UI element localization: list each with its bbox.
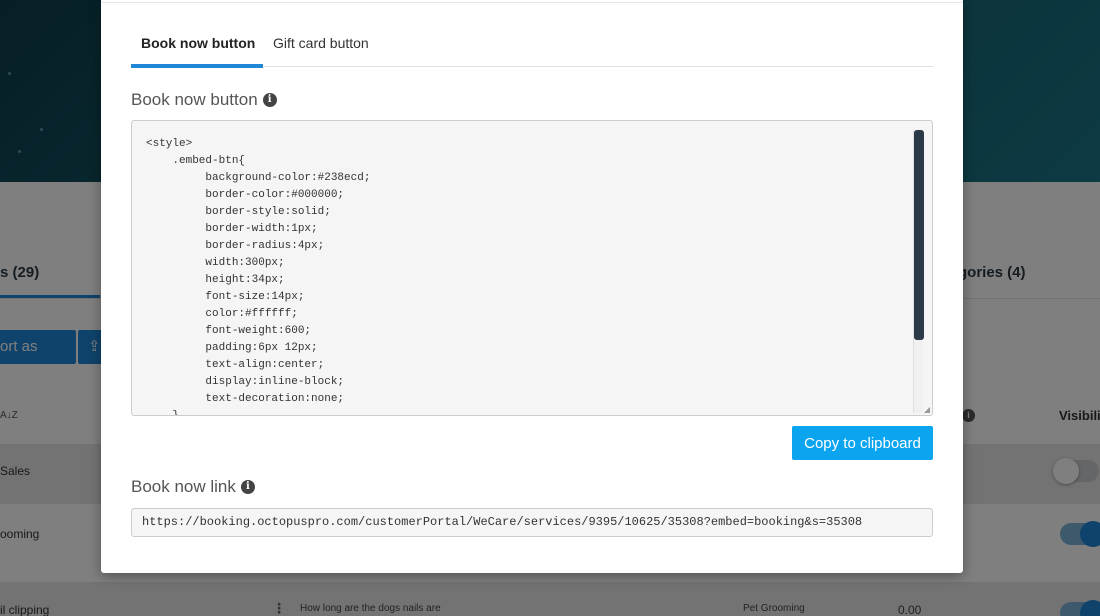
info-icon[interactable]: i xyxy=(240,480,255,494)
copy-to-clipboard-button[interactable]: Copy to clipboard xyxy=(792,426,933,460)
embed-code-content: <style> .embed-btn{ background-color:#23… xyxy=(146,138,371,416)
section-title-text: Book now link xyxy=(131,477,236,496)
book-now-section-title: Book now button i xyxy=(131,90,277,110)
section-title-text: Book now button xyxy=(131,90,258,109)
book-now-link-title: Book now link i xyxy=(131,477,255,497)
modal-tabs: Book now button Gift card button xyxy=(131,28,933,68)
embed-code-modal: Book now button Gift card button Book no… xyxy=(101,0,963,573)
modal-header-divider xyxy=(101,2,963,3)
tab-gift-card-button[interactable]: Gift card button xyxy=(273,28,383,67)
scrollbar-thumb[interactable] xyxy=(914,130,924,340)
code-scrollbar[interactable] xyxy=(913,130,924,413)
resize-handle-icon[interactable]: ◢ xyxy=(924,406,930,414)
tab-book-now-button[interactable]: Book now button xyxy=(131,28,263,68)
info-icon[interactable]: i xyxy=(262,93,277,107)
book-now-link-field[interactable]: https://booking.octopuspro.com/customerP… xyxy=(131,508,933,537)
embed-code-textarea[interactable]: <style> .embed-btn{ background-color:#23… xyxy=(131,120,933,416)
